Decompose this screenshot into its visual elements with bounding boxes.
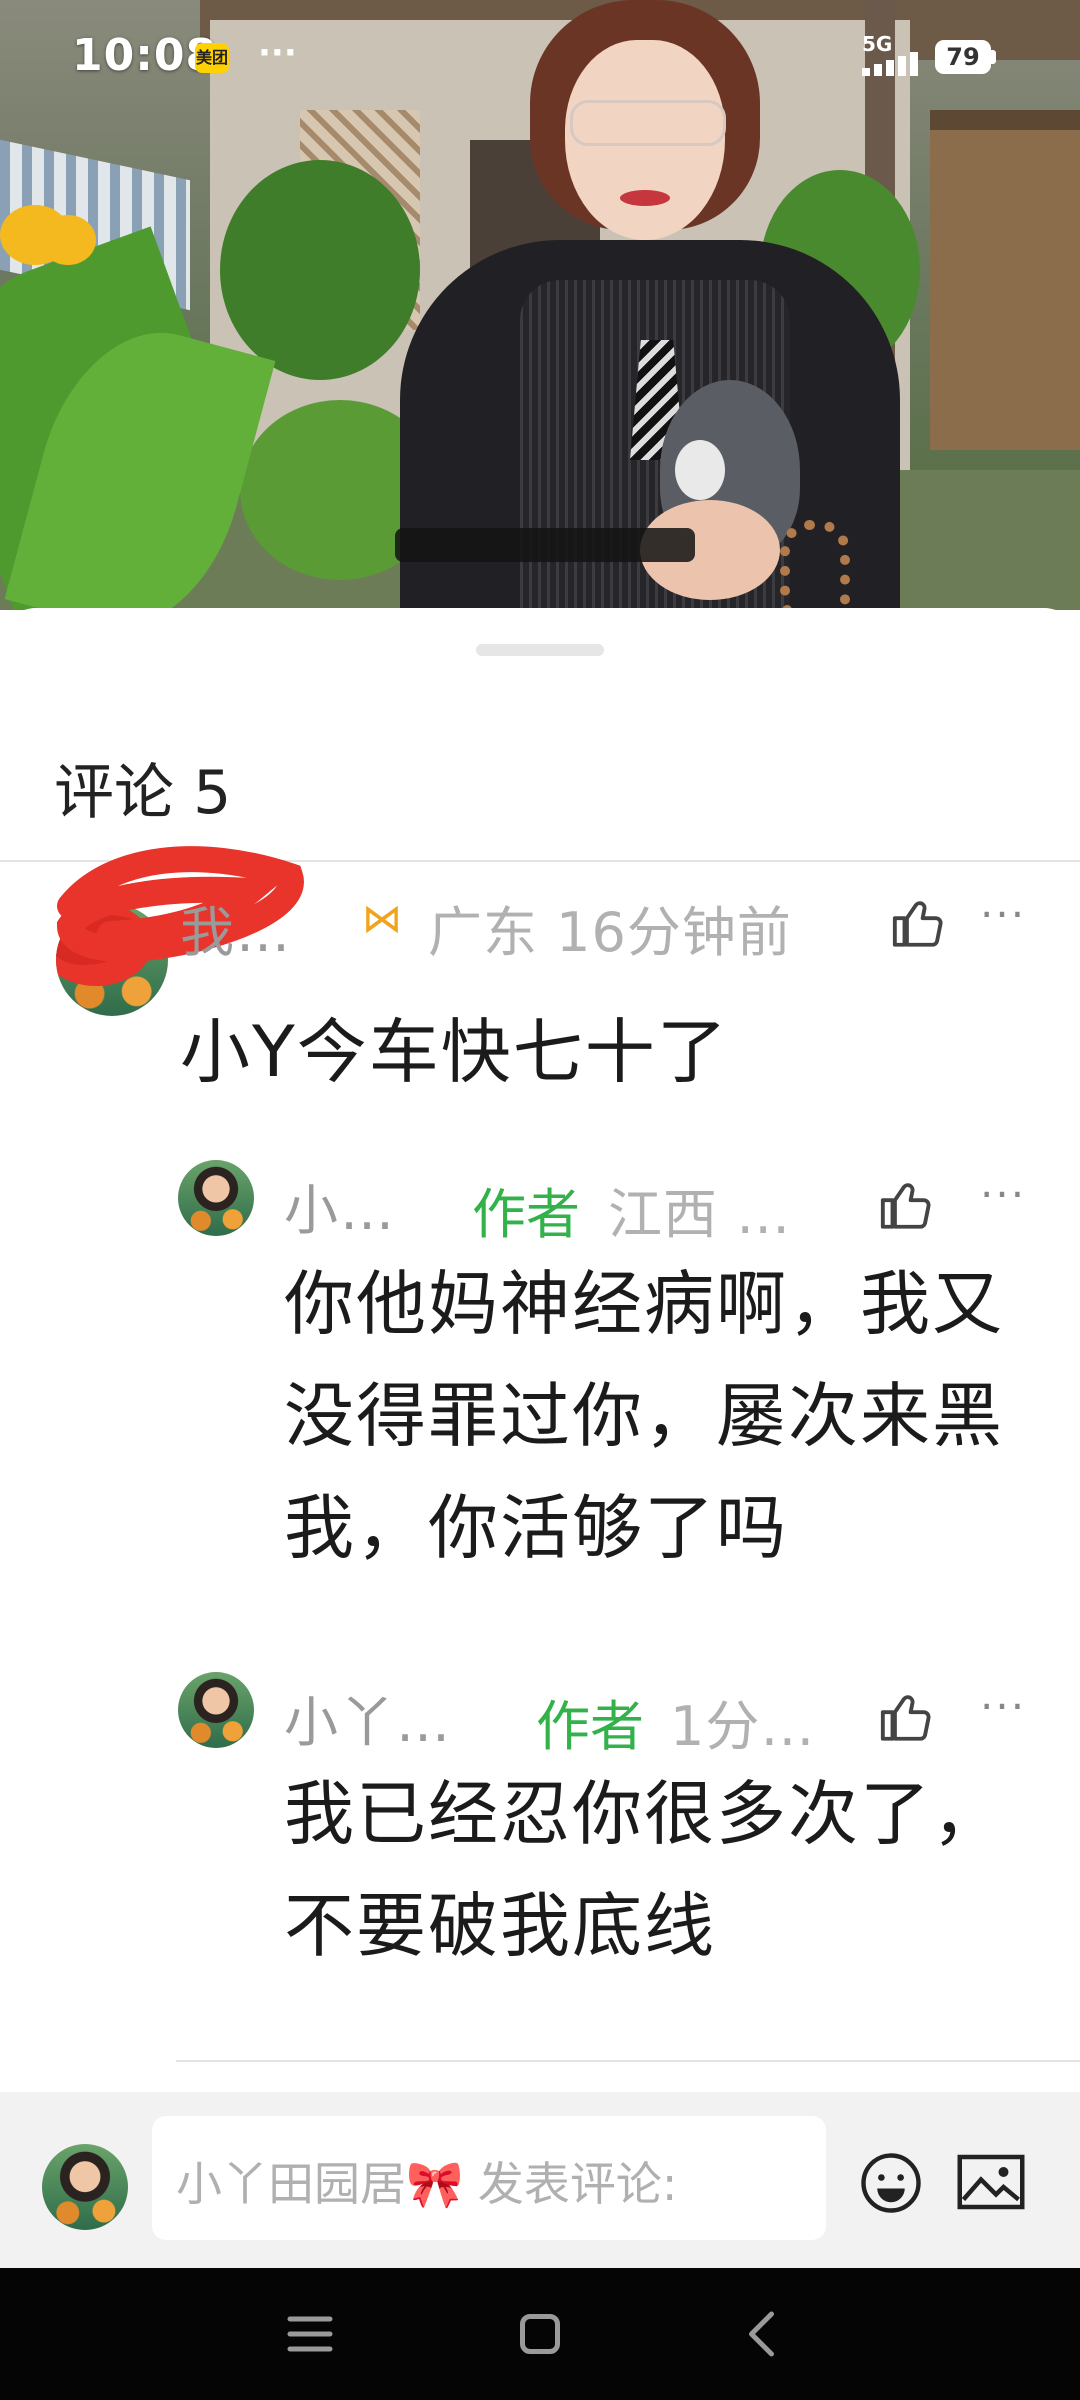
comment-input-placeholder: 小丫田园居🎀 发表评论: [176,2157,678,2211]
author-tag: 作者 [536,1695,644,1758]
image-icon[interactable] [956,2152,1026,2212]
comments-title: 评论 5 [54,758,232,828]
reply-text: 你他妈神经病啊，我又没得罪过你，屡次来黑我，你活够了吗 [284,1263,1004,1569]
author-tag: 作者 [472,1183,580,1246]
more-options-icon[interactable]: ··· [980,1682,1026,1731]
meituan-app-icon: 美团 [195,43,229,73]
signal-strength-icon [862,52,922,76]
author-avatar[interactable] [178,1672,254,1748]
like-icon[interactable] [878,1176,936,1234]
ribbon-badge-icon: ⋈ [362,896,402,942]
video-subtitle-blurred [395,528,695,562]
more-options-icon[interactable]: ··· [980,1170,1026,1219]
like-icon[interactable] [890,894,948,952]
commenter-name[interactable]: 我… [180,888,292,967]
like-icon[interactable] [878,1688,936,1746]
back-icon[interactable] [734,2304,794,2364]
reply-author-name[interactable]: 小丫… [284,1678,452,1757]
comments-sheet: 评论 5 我… ⋈ 广东 16分钟前 ··· 小Y今车快七十了 小… 作者 江西… [0,608,1080,2268]
reply-text: 我已经忍你很多次了，不要破我底线 [284,1773,1004,1967]
divider [176,2060,1080,2062]
video-flower [40,215,96,265]
battery-icon: 79 [935,40,991,74]
comment-input-bar: 小丫田园居🎀 发表评论: [0,2092,1080,2268]
status-bar: 10:08 美团 ··· 5G 79 [0,0,1080,110]
more-notifications-icon: ··· [258,33,297,73]
home-icon[interactable] [510,2304,570,2364]
comment-text: 小Y今车快七十了 [180,1011,729,1093]
drag-handle[interactable] [476,644,604,656]
reply-meta: 江西 … [608,1183,792,1246]
author-avatar[interactable] [178,1160,254,1236]
my-avatar[interactable] [42,2144,128,2230]
comment-input[interactable]: 小丫田园居🎀 发表评论: [152,2116,826,2240]
reply-author-name[interactable]: 小… [284,1166,396,1245]
video-shed [930,130,1080,450]
system-nav-bar [0,2268,1080,2400]
menu-icon[interactable] [280,2304,340,2364]
more-options-icon[interactable]: ··· [980,890,1026,939]
reply-meta: 1分… [670,1695,816,1758]
comment-meta: 广东 16分钟前 [428,901,792,964]
emoji-icon[interactable] [858,2150,924,2216]
